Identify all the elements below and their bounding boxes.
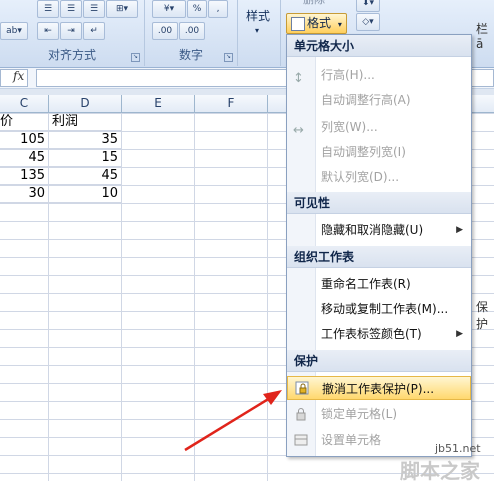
watermark-brand: 脚本之家 [400,459,480,483]
watermark-site: jb51.net [435,442,481,455]
red-arrow-annotation [184,390,282,452]
